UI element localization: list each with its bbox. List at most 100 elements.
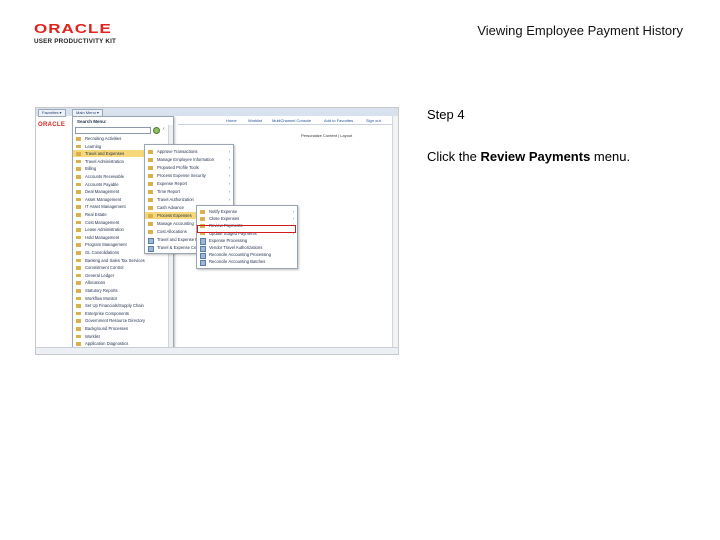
chevron-right-icon: › — [292, 209, 294, 214]
chevron-right-icon: › — [228, 157, 230, 162]
menu-item-label: Enterprise Components — [85, 310, 129, 316]
folder-icon — [76, 228, 81, 232]
menu-item-label: Deal Management — [85, 189, 120, 195]
menu-item-expense-processing[interactable]: Expense Processing — [197, 237, 297, 245]
menu-item-commitment-control[interactable]: Commitment Control› — [73, 264, 173, 271]
menu-item-approve-transactions[interactable]: Approve Transactions › — [145, 148, 233, 155]
menu-item-general-ledger[interactable]: General Ledger› — [73, 272, 173, 279]
nav-sign-out[interactable]: Sign out — [366, 118, 381, 123]
menu-item-label: Workflow Monitor — [85, 295, 118, 301]
menu-item-proposed-profile-tools[interactable]: Proposed Profile Tools › — [145, 164, 233, 171]
menu-item-label: Time Report — [157, 189, 180, 194]
folder-icon — [76, 334, 81, 339]
menu-item-travel-authorization[interactable]: Travel Authorization › — [145, 196, 233, 203]
menu-item-banking-and-sales-tax-services[interactable]: Banking and Sales Tax Services› — [73, 257, 173, 264]
folder-icon — [76, 311, 81, 316]
menu-item-background-processes[interactable]: Background Processes› — [73, 325, 173, 332]
nav-home[interactable]: Home — [226, 118, 237, 123]
menu-item-worklist[interactable]: Worklist› — [73, 333, 173, 340]
page-horizontal-scrollbar[interactable] — [36, 347, 398, 354]
menu-item-workflow-monitor[interactable]: Workflow Monitor› — [73, 295, 173, 302]
menu-search-area: Search Menu: ‹ — [73, 117, 173, 134]
menu-item-label: Government Resource Directory — [85, 318, 146, 324]
folder-icon — [148, 150, 153, 154]
menu-item-label: Cost Allocations — [157, 229, 187, 234]
folder-icon — [76, 266, 81, 270]
folder-icon — [76, 197, 81, 202]
favorites-menu[interactable]: Favorites ▾ — [38, 109, 66, 117]
menu-item-label: Commitment Control — [85, 265, 124, 271]
menu-item-reconcile-accounting-batches[interactable]: Reconcile Accounting Batches — [197, 258, 297, 267]
menu-item-allocations[interactable]: Allocations› — [73, 279, 173, 286]
folder-icon — [148, 206, 153, 210]
folder-icon — [76, 137, 81, 141]
menu-item-label: Reconcile Accounting Batches — [209, 259, 266, 265]
folder-icon — [76, 220, 81, 225]
folder-icon — [76, 281, 81, 285]
menu-item-label: Close Expenses — [209, 216, 240, 222]
step-instruction: Click the Review Payments menu. — [427, 149, 630, 164]
menu-item-vendor-travel-authorizations[interactable]: Vendor Travel Authorizations — [197, 244, 297, 252]
back-arrow-icon[interactable]: ‹ — [163, 126, 165, 132]
menu-item-label: Travel and Expenses — [85, 151, 125, 157]
menu-item-label: Expense Processing — [209, 237, 248, 243]
menu-item-process-expense-security[interactable]: Process Expense Security › — [145, 172, 233, 179]
menu-item-statutory-reports[interactable]: Statutory Reports› — [73, 287, 173, 294]
menu-item-label: Background Processes — [85, 326, 129, 331]
chevron-right-icon: › — [228, 189, 230, 194]
chevron-right-icon: › — [228, 173, 230, 178]
menu-item-time-report[interactable]: Time Report › — [145, 188, 233, 195]
menu-item-label: Lease Administration — [85, 227, 124, 233]
menu-item-expense-report[interactable]: Expense Report › — [145, 180, 233, 187]
folder-icon — [148, 182, 153, 186]
process-expenses-submenu: Notify Expense › Close Expenses › Review Pay… — [196, 205, 298, 269]
menu-search-input[interactable] — [75, 127, 151, 134]
review-payments-highlight — [197, 225, 296, 233]
menu-item-government-resource-directory[interactable]: Government Resource Directory› — [73, 317, 173, 324]
chevron-right-icon: › — [228, 181, 230, 186]
document-title: Viewing Employee Payment History — [477, 23, 683, 38]
search-go-icon[interactable] — [153, 127, 160, 134]
folder-icon — [148, 222, 153, 226]
folder-icon — [76, 327, 81, 331]
folder-icon — [76, 273, 81, 278]
logo-subtitle: USER PRODUCTIVITY KIT — [34, 38, 117, 45]
menu-item-label: GL Consolidations — [85, 250, 120, 255]
menu-item-label: Allocations — [85, 280, 106, 286]
nav-add-favorites[interactable]: Add to Favorites — [324, 118, 353, 123]
menu-item-enterprise-components[interactable]: Enterprise Components› — [73, 310, 173, 317]
menu-item-set-up-financials-supply-chain[interactable]: Set Up Financials/Supply Chain› — [73, 302, 173, 309]
menu-item-label: Cost Management — [85, 219, 120, 225]
menu-item-label: Proposed Profile Tools — [157, 165, 199, 170]
page-vertical-scrollbar[interactable] — [392, 116, 398, 348]
folder-icon — [148, 230, 153, 234]
menu-item-label: Accounts Payable — [85, 181, 119, 187]
folder-icon — [148, 198, 153, 202]
menu-item-manage-employee-information[interactable]: Manage Employee Information › — [145, 156, 233, 163]
menu-item-reconcile-accounting-processing[interactable]: Reconcile Accounting Processing — [197, 251, 297, 260]
folder-icon — [148, 190, 153, 194]
document-icon — [148, 245, 154, 252]
menu-item-label: Expense Report — [157, 181, 188, 186]
folder-icon — [76, 289, 81, 293]
menu-item-close-expenses[interactable]: Close Expenses › — [197, 215, 297, 222]
menu-item-label: Recruiting Activities — [85, 136, 122, 141]
search-menu-label: Search Menu: — [77, 119, 107, 124]
folder-icon — [76, 175, 81, 179]
folder-icon — [76, 167, 81, 171]
instruction-target: Review Payments — [480, 149, 591, 164]
menu-item-recruiting-activities[interactable]: Recruiting Activities› — [73, 135, 173, 142]
folder-icon — [76, 144, 81, 149]
folder-icon — [76, 190, 81, 194]
nav-multichannel[interactable]: MultiChannel Console — [272, 118, 311, 123]
personalize-links[interactable]: Personalize Content | Layout — [301, 133, 352, 138]
menu-item-label: Hold Management — [85, 234, 120, 240]
menu-item-notify-expense[interactable]: Notify Expense › — [197, 208, 297, 215]
menu-item-label: Worklist — [85, 333, 100, 339]
step-number: Step 4 — [427, 107, 465, 122]
menu-item-label: Vendor Travel Authorizations — [209, 245, 263, 250]
menu-item-label: IT Asset Management — [85, 204, 126, 210]
nav-worklist[interactable]: Worklist — [248, 118, 262, 123]
menu-item-label: Process Expense Security — [157, 173, 206, 178]
chevron-right-icon: › — [228, 197, 230, 202]
